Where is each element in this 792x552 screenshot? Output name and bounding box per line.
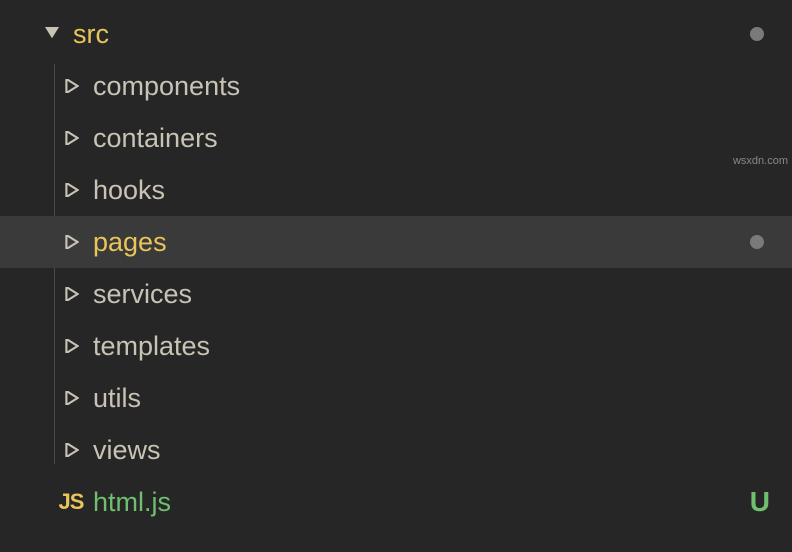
folder-label: templates	[93, 331, 210, 362]
tree-folder-hooks[interactable]: hooks	[0, 164, 792, 216]
chevron-right-icon	[65, 339, 79, 353]
git-status-untracked: U	[750, 486, 770, 518]
folder-label: containers	[93, 123, 218, 154]
modified-indicator-icon	[750, 235, 764, 249]
folder-label: utils	[93, 383, 141, 414]
chevron-right-icon	[65, 79, 79, 93]
chevron-right-icon	[65, 183, 79, 197]
folder-label: components	[93, 71, 240, 102]
tree-folder-pages[interactable]: pages	[0, 216, 792, 268]
file-label: html.js	[93, 487, 171, 518]
tree-file-html-js[interactable]: JS html.js U	[0, 476, 792, 528]
folder-label: hooks	[93, 175, 165, 206]
folder-label: src	[73, 19, 109, 50]
chevron-right-icon	[65, 391, 79, 405]
tree-folder-utils[interactable]: utils	[0, 372, 792, 424]
tree-folder-services[interactable]: services	[0, 268, 792, 320]
folder-label: views	[93, 435, 161, 466]
file-tree: src components containers hooks pages se…	[0, 0, 792, 528]
tree-folder-templates[interactable]: templates	[0, 320, 792, 372]
watermark: wsxdn.com	[733, 155, 788, 167]
tree-folder-components[interactable]: components	[0, 60, 792, 112]
chevron-right-icon	[65, 287, 79, 301]
tree-folder-views[interactable]: views	[0, 424, 792, 476]
js-file-icon: JS	[55, 489, 87, 515]
chevron-right-icon	[65, 443, 79, 457]
folder-label: services	[93, 279, 192, 310]
folder-label: pages	[93, 227, 167, 258]
chevron-down-icon	[45, 27, 59, 41]
chevron-right-icon	[65, 235, 79, 249]
modified-indicator-icon	[750, 27, 764, 41]
tree-folder-src[interactable]: src	[0, 8, 792, 60]
chevron-right-icon	[65, 131, 79, 145]
tree-folder-containers[interactable]: containers	[0, 112, 792, 164]
